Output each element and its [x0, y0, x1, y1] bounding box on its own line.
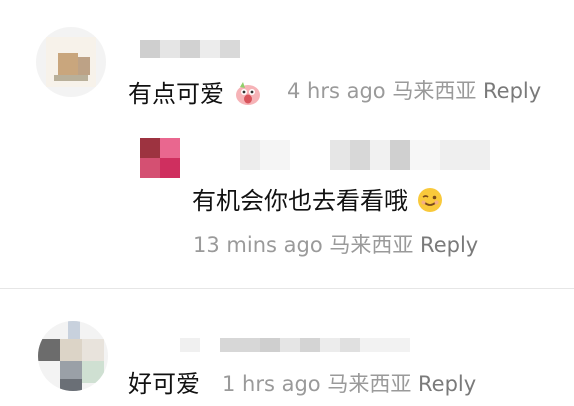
- username-redacted: [240, 140, 490, 170]
- reply-button[interactable]: Reply: [418, 372, 476, 396]
- comment-text: 有点可爱: [128, 79, 262, 111]
- divider: [0, 288, 574, 289]
- reply-button[interactable]: Reply: [483, 79, 541, 103]
- timestamp: 13 mins ago: [193, 233, 323, 257]
- timestamp: 4 hrs ago: [287, 79, 386, 103]
- pig-face-icon: [234, 79, 262, 111]
- winking-face-icon: [416, 186, 444, 218]
- username-redacted: [140, 40, 240, 58]
- location: 马来西亚: [392, 79, 477, 103]
- reply-text: 有机会你也去看看哦: [192, 186, 444, 218]
- avatar[interactable]: [140, 138, 180, 178]
- comment-meta: 1 hrs ago 马来西亚 Reply: [222, 374, 476, 395]
- comment-meta: 4 hrs ago 马来西亚 Reply: [287, 81, 541, 102]
- username-redacted: [180, 338, 410, 352]
- avatar[interactable]: [36, 27, 106, 97]
- timestamp: 1 hrs ago: [222, 372, 321, 396]
- avatar[interactable]: [38, 321, 108, 391]
- comment-text: 好可爱: [128, 370, 200, 398]
- reply-meta: 13 mins ago 马来西亚 Reply: [193, 235, 478, 256]
- location: 马来西亚: [327, 372, 412, 396]
- location: 马来西亚: [329, 233, 414, 257]
- reply-button[interactable]: Reply: [420, 233, 478, 257]
